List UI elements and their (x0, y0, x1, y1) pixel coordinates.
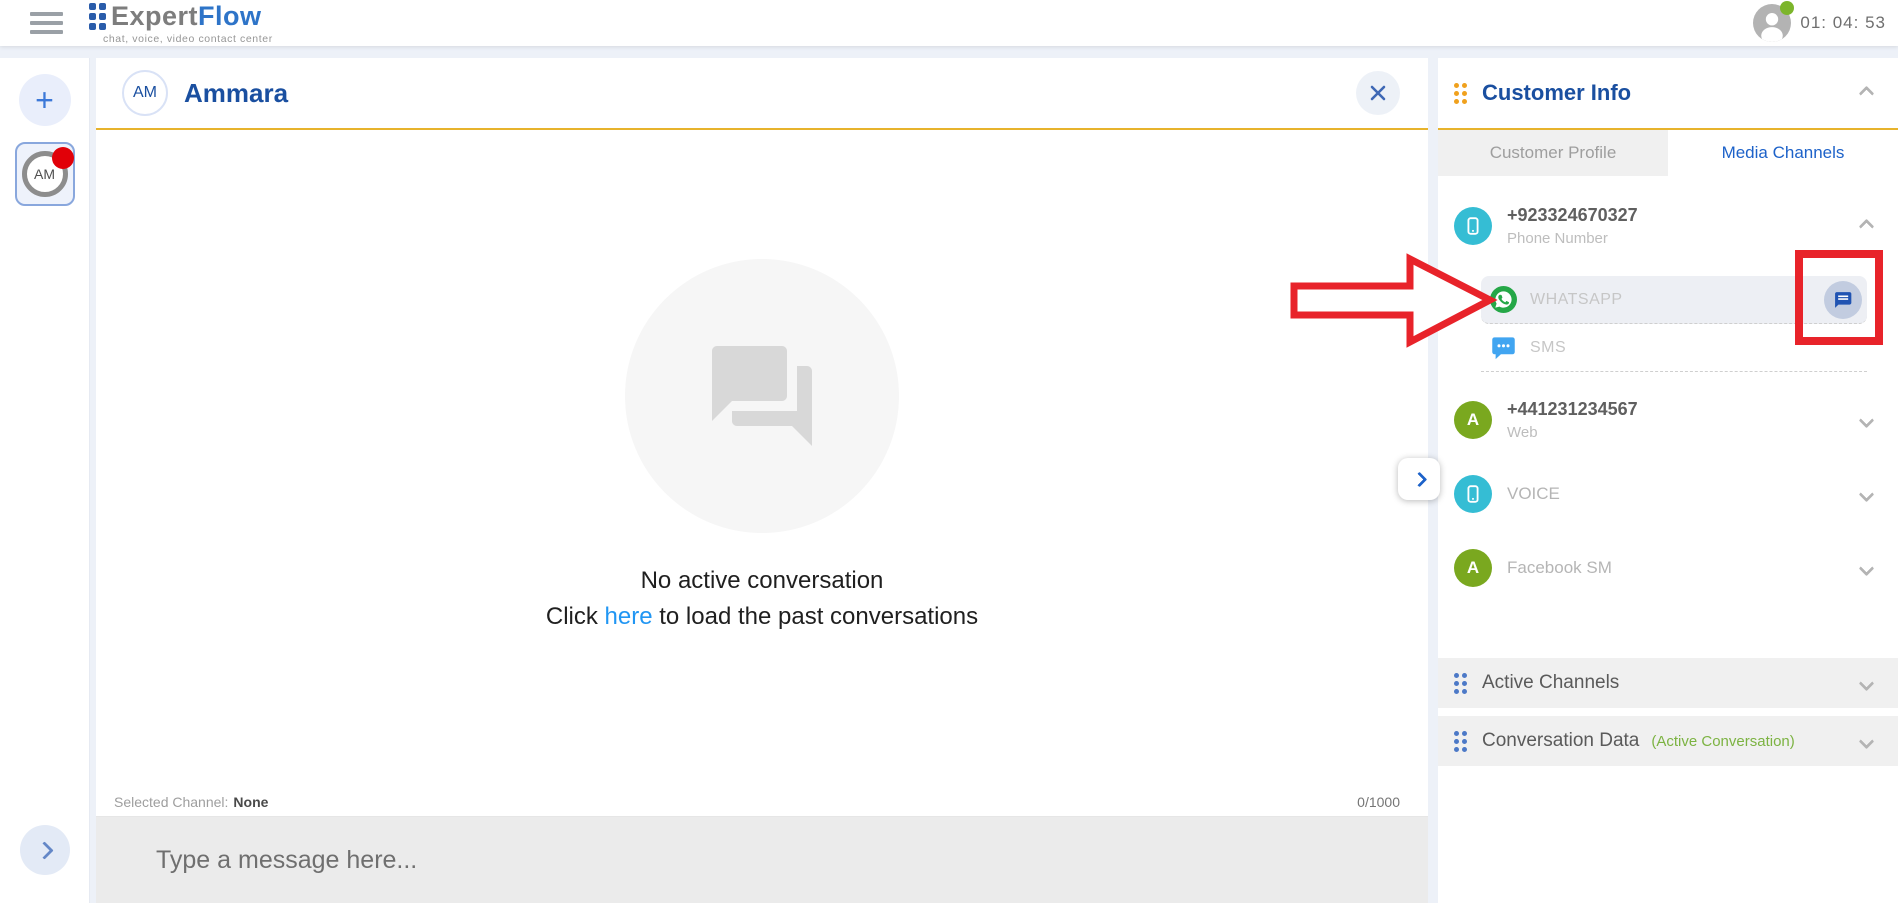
expertflow-logo: ExpertFlow chat, voice, video contact ce… (89, 1, 273, 45)
whatsapp-icon (1490, 286, 1517, 313)
customer-info-tabs: Customer Profile Media Channels (1438, 130, 1898, 176)
close-icon (1369, 84, 1387, 102)
channel-facebook-sm[interactable]: A Facebook SM (1438, 544, 1898, 592)
brand-primary: Expert (111, 1, 198, 31)
subchannel-label: WHATSAPP (1530, 291, 1623, 309)
presence-dot (1780, 1, 1794, 15)
tab-media-channels[interactable]: Media Channels (1668, 130, 1898, 176)
empty-state-subtitle: Click here to load the past conversation… (546, 603, 978, 631)
channel-title: +441231234567 (1507, 399, 1638, 420)
letter-a-icon: A (1454, 549, 1492, 587)
sidebar-expand-button[interactable] (20, 825, 70, 875)
section-title: Conversation Data (1482, 730, 1639, 752)
chevron-down-icon[interactable] (1859, 486, 1875, 502)
panel-expander-button[interactable] (1398, 458, 1440, 500)
channel-web[interactable]: A +441231234567 Web (1438, 396, 1898, 444)
section-conversation-data[interactable]: Conversation Data (Active Conversation) (1438, 716, 1898, 766)
topbar: ExpertFlow chat, voice, video contact ce… (0, 0, 1898, 46)
channel-title: VOICE (1507, 484, 1560, 504)
subchannel-whatsapp[interactable]: WHATSAPP (1481, 276, 1867, 324)
channel-phone-number[interactable]: +923324670327 Phone Number (1438, 202, 1898, 250)
drag-handle-icon[interactable] (1454, 673, 1467, 694)
chevron-down-icon[interactable] (1859, 733, 1875, 749)
channel-subtitle: Phone Number (1507, 230, 1638, 247)
media-channels-list: +923324670327 Phone Number WHATSAPP (1438, 176, 1898, 622)
message-input[interactable] (156, 846, 1301, 875)
chevron-down-icon[interactable] (1859, 675, 1875, 691)
chevron-down-icon[interactable] (1859, 412, 1875, 428)
tab-customer-profile[interactable]: Customer Profile (1438, 130, 1668, 176)
subchannel-sms[interactable]: SMS (1481, 324, 1867, 372)
section-active-channels[interactable]: Active Channels (1438, 658, 1898, 708)
chevron-up-icon[interactable] (1859, 218, 1875, 234)
smartphone-icon (1454, 475, 1492, 513)
selected-channel-row: Selected Channel: None 0/1000 (96, 788, 1428, 817)
customer-info-header: Customer Info (1438, 58, 1898, 130)
start-chat-button[interactable] (1824, 281, 1862, 319)
customer-name: Ammara (184, 78, 288, 109)
session-timer: 01: 04: 53 (1800, 13, 1886, 33)
conversation-tab-ammara[interactable]: AM (15, 142, 75, 206)
empty-state-post: to load the past conversations (653, 603, 979, 630)
letter-a-icon: A (1454, 401, 1492, 439)
forum-icon (702, 336, 822, 456)
empty-state-pre: Click (546, 603, 605, 630)
hamburger-menu-icon[interactable] (30, 12, 63, 34)
notification-dot (52, 147, 74, 169)
selected-channel-value: None (233, 794, 268, 810)
new-conversation-button[interactable]: + (19, 74, 71, 126)
chevron-right-icon (1411, 471, 1427, 487)
smartphone-icon (1454, 207, 1492, 245)
customer-info-title: Customer Info (1482, 80, 1631, 106)
phone-subchannels: WHATSAPP (1481, 276, 1867, 372)
subchannel-label: SMS (1530, 339, 1566, 357)
sms-icon (1490, 334, 1517, 361)
active-conversation-badge: (Active Conversation) (1651, 733, 1794, 750)
chat-panel: AM Ammara No active conversation Click h… (96, 58, 1428, 903)
brand-tagline: chat, voice, video contact center (103, 33, 273, 45)
drag-handle-icon[interactable] (1454, 731, 1467, 752)
customer-info-panel: Customer Info Customer Profile Media Cha… (1438, 58, 1898, 903)
conversation-sidebar: + AM (0, 58, 90, 903)
load-past-conversations-link[interactable]: here (605, 603, 653, 630)
char-counter: 0/1000 (1357, 794, 1400, 810)
chat-placeholder-circle (625, 259, 899, 533)
chevron-down-icon[interactable] (1859, 560, 1875, 576)
section-title: Active Channels (1482, 672, 1619, 694)
message-input-area[interactable] (96, 817, 1428, 903)
chat-empty-state: No active conversation Click here to loa… (96, 116, 1428, 774)
app-screen: ExpertFlow chat, voice, video contact ce… (0, 0, 1898, 903)
channel-subtitle: Web (1507, 424, 1638, 441)
chevron-right-icon (35, 841, 53, 859)
agent-avatar[interactable] (1753, 4, 1791, 42)
channel-title: +923324670327 (1507, 205, 1638, 226)
collapse-chevron-up-icon[interactable] (1859, 85, 1875, 101)
drag-handle-icon[interactable] (1454, 83, 1467, 104)
chat-bubble-icon (1833, 290, 1853, 310)
channel-title: Facebook SM (1507, 558, 1612, 578)
logo-dots-icon (89, 3, 106, 30)
customer-avatar: AM (122, 70, 168, 116)
channel-voice[interactable]: VOICE (1438, 470, 1898, 518)
selected-channel-label: Selected Channel: (114, 794, 228, 810)
empty-state-title: No active conversation (641, 567, 884, 595)
close-conversation-button[interactable] (1356, 71, 1400, 115)
brand-secondary: Flow (198, 1, 262, 31)
